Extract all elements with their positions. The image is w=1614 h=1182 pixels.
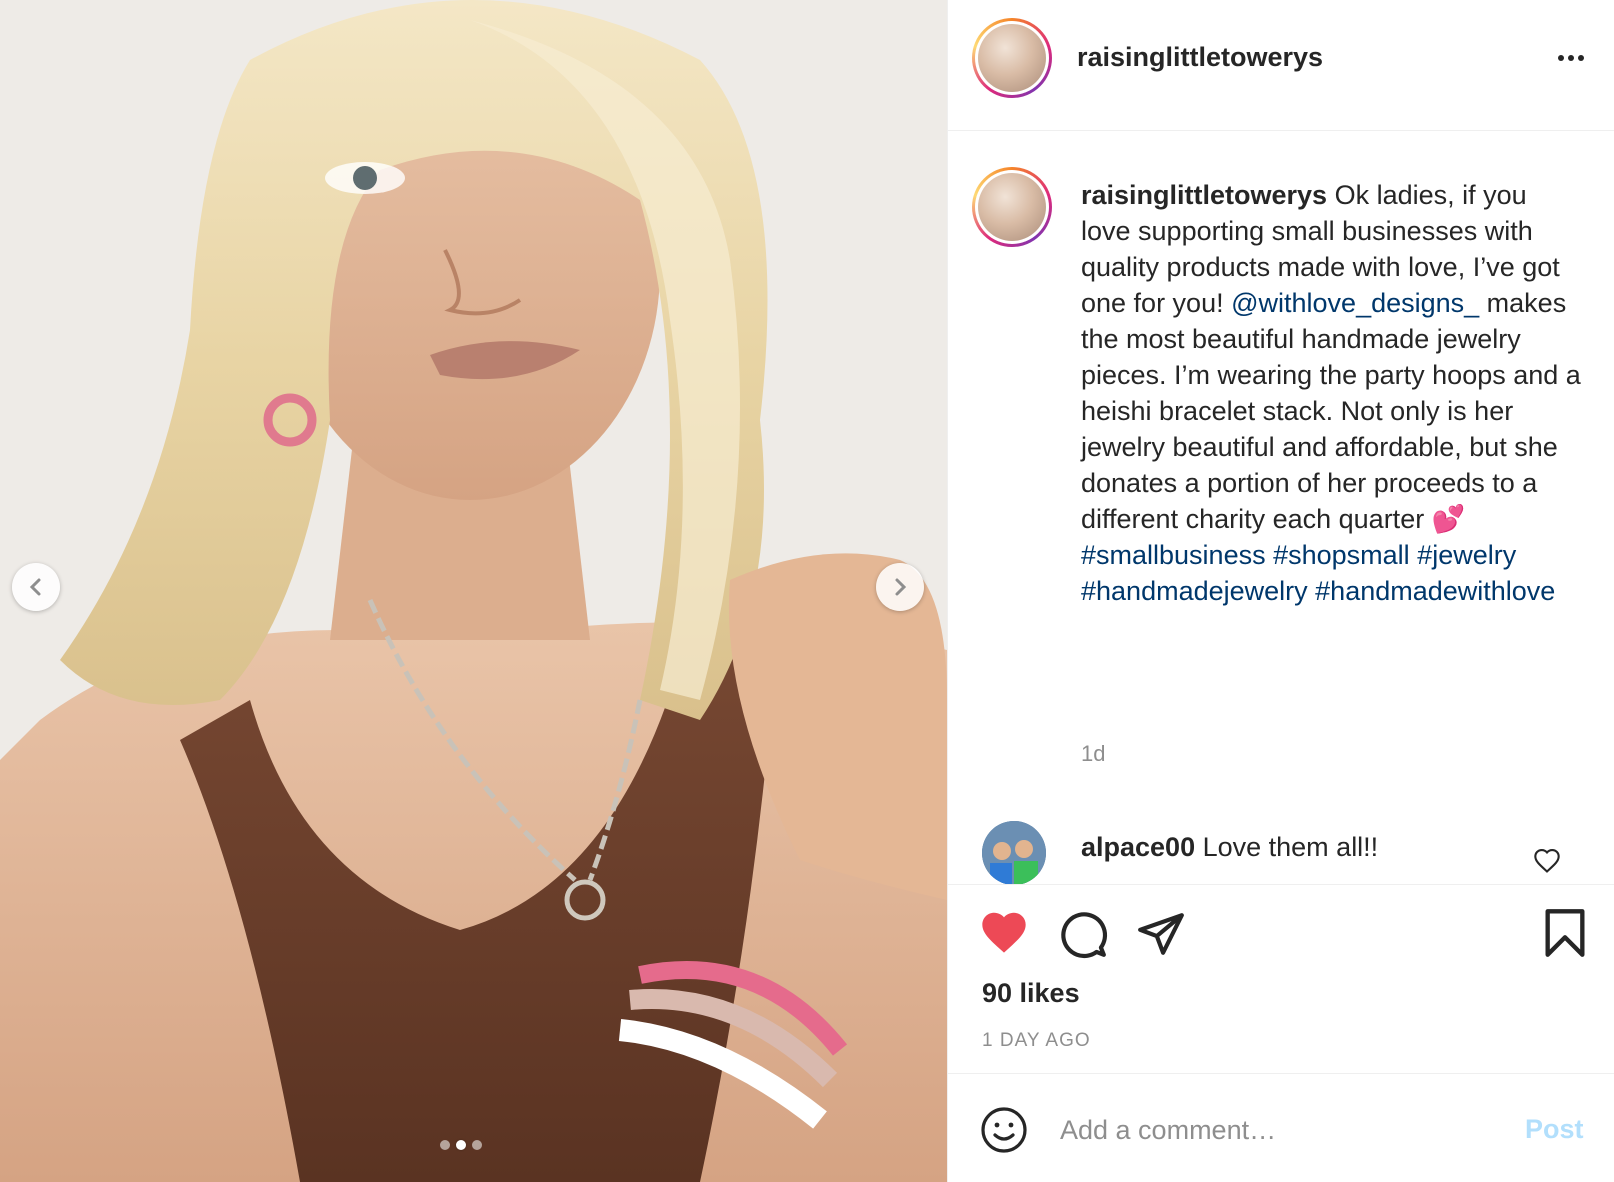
post-media[interactable]	[0, 0, 947, 1182]
likes-count[interactable]: 90 likes	[982, 978, 1080, 1009]
smiley-icon	[981, 1107, 1027, 1153]
post-timestamp[interactable]: 1 DAY AGO	[982, 1030, 1091, 1052]
post-comment-button[interactable]: Post	[1525, 1114, 1584, 1145]
share-button[interactable]	[1136, 909, 1186, 964]
more-options-icon[interactable]	[1551, 43, 1591, 73]
hashtag-link[interactable]: #handmadejewelry	[1081, 576, 1308, 606]
carousel-prev-button[interactable]	[12, 563, 60, 611]
comment-text: Love them all!!	[1195, 832, 1379, 862]
hashtag-link[interactable]: #shopsmall	[1273, 540, 1410, 570]
caption-username[interactable]: raisinglittletowerys	[1081, 180, 1327, 210]
bookmark-icon	[1545, 909, 1585, 957]
chevron-left-icon	[29, 578, 41, 596]
author-username[interactable]: raisinglittletowerys	[1077, 42, 1323, 73]
post-header: raisinglittletowerys	[948, 0, 1614, 131]
post-sidebar: raisinglittletowerys raisinglittletowery…	[947, 0, 1614, 1182]
comment-body: alpace00 Love them all!!	[1081, 832, 1378, 863]
heart-filled-icon	[982, 912, 1026, 953]
comment-button[interactable]	[1058, 909, 1108, 964]
comment-like-button[interactable]	[1533, 847, 1561, 875]
post-actions: 90 likes 1 DAY AGO	[948, 884, 1614, 1074]
comment-item: alpace00 Love them all!!	[948, 821, 1614, 884]
caption-text: makes the most beautiful handmade jewelr…	[1081, 288, 1581, 534]
carousel-dot-active	[456, 1140, 466, 1150]
avatar-image	[978, 24, 1046, 92]
commenter-username[interactable]: alpace00	[1081, 832, 1195, 862]
paper-plane-icon	[1138, 913, 1184, 955]
avatar-image	[978, 173, 1046, 241]
hashtag-link[interactable]: #handmadewithlove	[1315, 576, 1555, 606]
emoji-hearts: 💕	[1431, 504, 1466, 534]
caption-avatar[interactable]	[972, 167, 1052, 247]
author-avatar[interactable]	[972, 18, 1052, 98]
carousel-dot	[440, 1140, 450, 1150]
comment-input[interactable]	[1060, 1110, 1490, 1150]
add-comment-bar: Post	[948, 1073, 1614, 1182]
carousel-dot	[472, 1140, 482, 1150]
mention-link[interactable]: @withlove_designs_	[1231, 288, 1479, 318]
hashtag-link[interactable]: #smallbusiness	[1081, 540, 1266, 570]
heart-outline-icon	[1534, 848, 1560, 873]
like-button[interactable]	[978, 907, 1030, 960]
comment-bubble-icon	[1061, 912, 1107, 958]
emoji-button[interactable]	[980, 1106, 1028, 1154]
save-button[interactable]	[1542, 907, 1588, 964]
hashtag-link[interactable]: #jewelry	[1417, 540, 1516, 570]
caption-timestamp[interactable]: 1d	[1081, 741, 1105, 767]
avatar-image	[982, 821, 1046, 884]
post-caption: raisinglittletowerys Ok ladies, if you l…	[1081, 177, 1581, 609]
comments-list[interactable]: raisinglittletowerys Ok ladies, if you l…	[948, 131, 1614, 884]
chevron-right-icon	[895, 578, 907, 596]
carousel-indicator	[440, 1140, 482, 1150]
carousel-next-button[interactable]	[876, 563, 924, 611]
post-photo	[0, 0, 947, 1182]
commenter-avatar[interactable]	[982, 821, 1046, 884]
